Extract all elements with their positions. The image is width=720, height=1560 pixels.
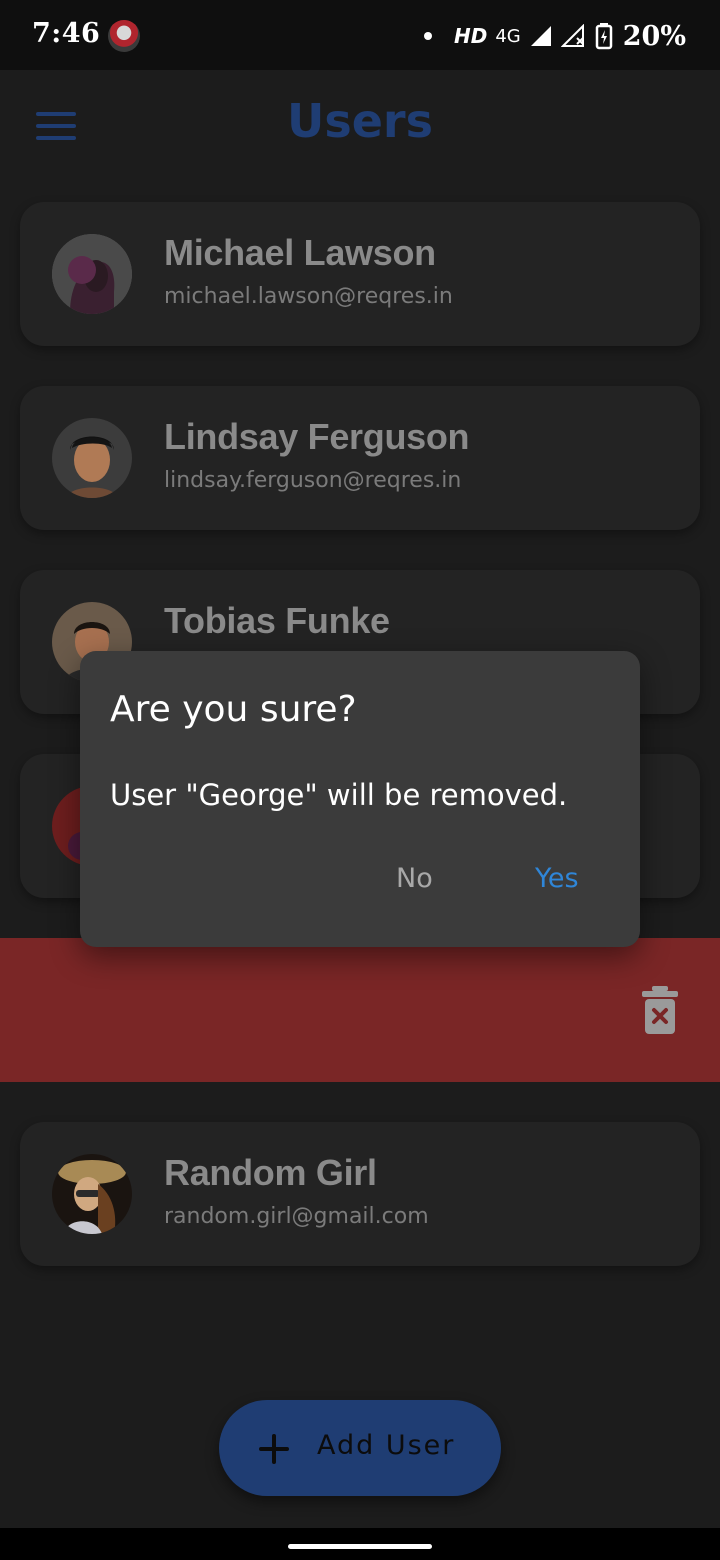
- user-name: Lindsay Ferguson: [164, 416, 470, 457]
- hd-indicator: HD: [454, 24, 488, 48]
- user-name: Random Girl: [164, 1152, 377, 1193]
- trash-icon[interactable]: [642, 986, 678, 1034]
- no-signal-icon: [560, 24, 584, 47]
- yes-button[interactable]: Yes: [535, 863, 579, 894]
- swipe-delete-background[interactable]: [0, 938, 720, 1082]
- plus-icon: [259, 1434, 289, 1464]
- user-card[interactable]: Michael Lawson michael.lawson@reqres.in: [20, 202, 700, 346]
- battery-percent: 20%: [622, 20, 686, 52]
- dialog-title: Are you sure?: [110, 689, 357, 730]
- notification-avatar-icon: [108, 20, 140, 52]
- confirm-dialog: Are you sure? User "George" will be remo…: [80, 651, 640, 947]
- user-email: lindsay.ferguson@reqres.in: [164, 468, 462, 493]
- status-icons: HD 4G 20%: [424, 18, 686, 54]
- page-title: Users: [287, 94, 433, 148]
- status-time: 7:46: [32, 18, 101, 49]
- user-card[interactable]: Lindsay Ferguson lindsay.ferguson@reqres…: [20, 386, 700, 530]
- add-user-button[interactable]: Add User: [219, 1400, 501, 1496]
- home-gesture-handle[interactable]: [288, 1544, 432, 1549]
- add-user-label: Add User: [317, 1430, 456, 1461]
- dialog-message: User "George" will be removed.: [110, 778, 568, 812]
- user-email: random.girl@gmail.com: [164, 1204, 429, 1229]
- signal-icon: [530, 26, 551, 46]
- status-bar: 7:46 HD 4G 20%: [0, 0, 720, 70]
- user-card[interactable]: Random Girl random.girl@gmail.com: [20, 1122, 700, 1266]
- avatar: [52, 234, 132, 314]
- user-email: michael.lawson@reqres.in: [164, 284, 453, 309]
- network-type: 4G: [495, 25, 521, 47]
- user-name: Tobias Funke: [164, 600, 390, 641]
- avatar: [52, 418, 132, 498]
- battery-charging-icon: [595, 23, 613, 50]
- user-name: Michael Lawson: [164, 232, 436, 273]
- avatar: [52, 1154, 132, 1234]
- no-button[interactable]: No: [396, 863, 433, 894]
- notification-dot-icon: [424, 32, 433, 40]
